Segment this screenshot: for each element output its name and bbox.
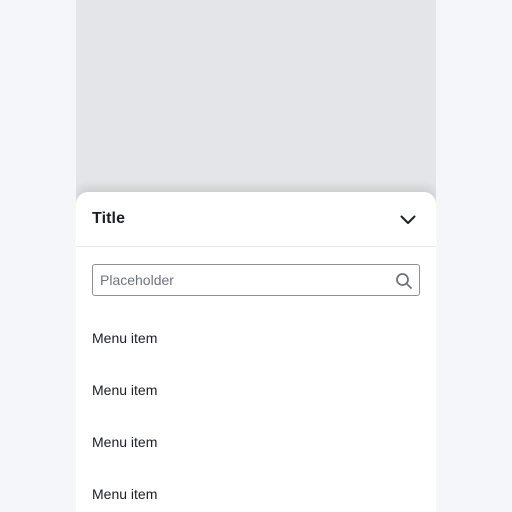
search-field xyxy=(92,264,420,296)
menu-item[interactable]: Menu item xyxy=(76,468,436,512)
menu-item[interactable]: Menu item xyxy=(76,364,436,416)
search-icon[interactable] xyxy=(395,272,413,290)
bottom-sheet: Title Menu item Menu item Menu item Menu… xyxy=(76,192,436,512)
collapse-button[interactable] xyxy=(396,208,420,232)
device-screen: Title Menu item Menu item Menu item Menu… xyxy=(76,0,436,512)
menu-item[interactable]: Menu item xyxy=(76,312,436,364)
sheet-header: Title xyxy=(76,192,436,247)
menu-list: Menu item Menu item Menu item Menu item xyxy=(76,312,436,512)
sheet-title: Title xyxy=(92,210,126,227)
chevron-down-icon xyxy=(400,215,416,224)
menu-item[interactable]: Menu item xyxy=(76,416,436,468)
search-input[interactable] xyxy=(93,265,383,295)
